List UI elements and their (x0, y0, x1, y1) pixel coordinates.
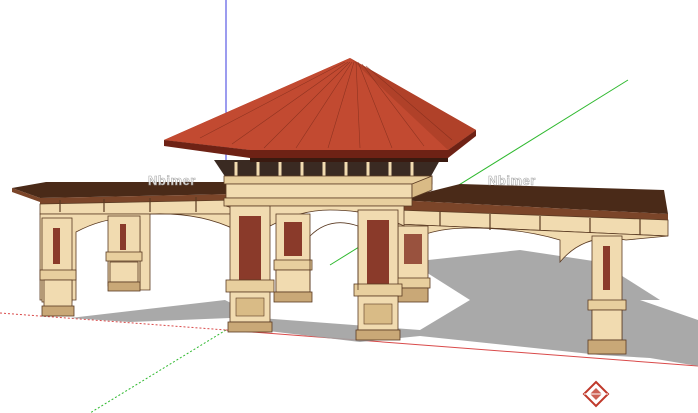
watermark-left: Nbimer (148, 173, 196, 188)
left-pergola (12, 182, 237, 215)
sketchup-viewport: Nbimer Nbimer (0, 0, 698, 413)
nbimer-diamond-logo-icon (582, 380, 610, 408)
green-axis-dotted (89, 329, 227, 413)
left-columns (39, 213, 237, 317)
pyramid-roof (164, 58, 476, 162)
scene-canvas: Nbimer Nbimer (0, 0, 698, 413)
watermark-right: Nbimer (488, 173, 536, 188)
